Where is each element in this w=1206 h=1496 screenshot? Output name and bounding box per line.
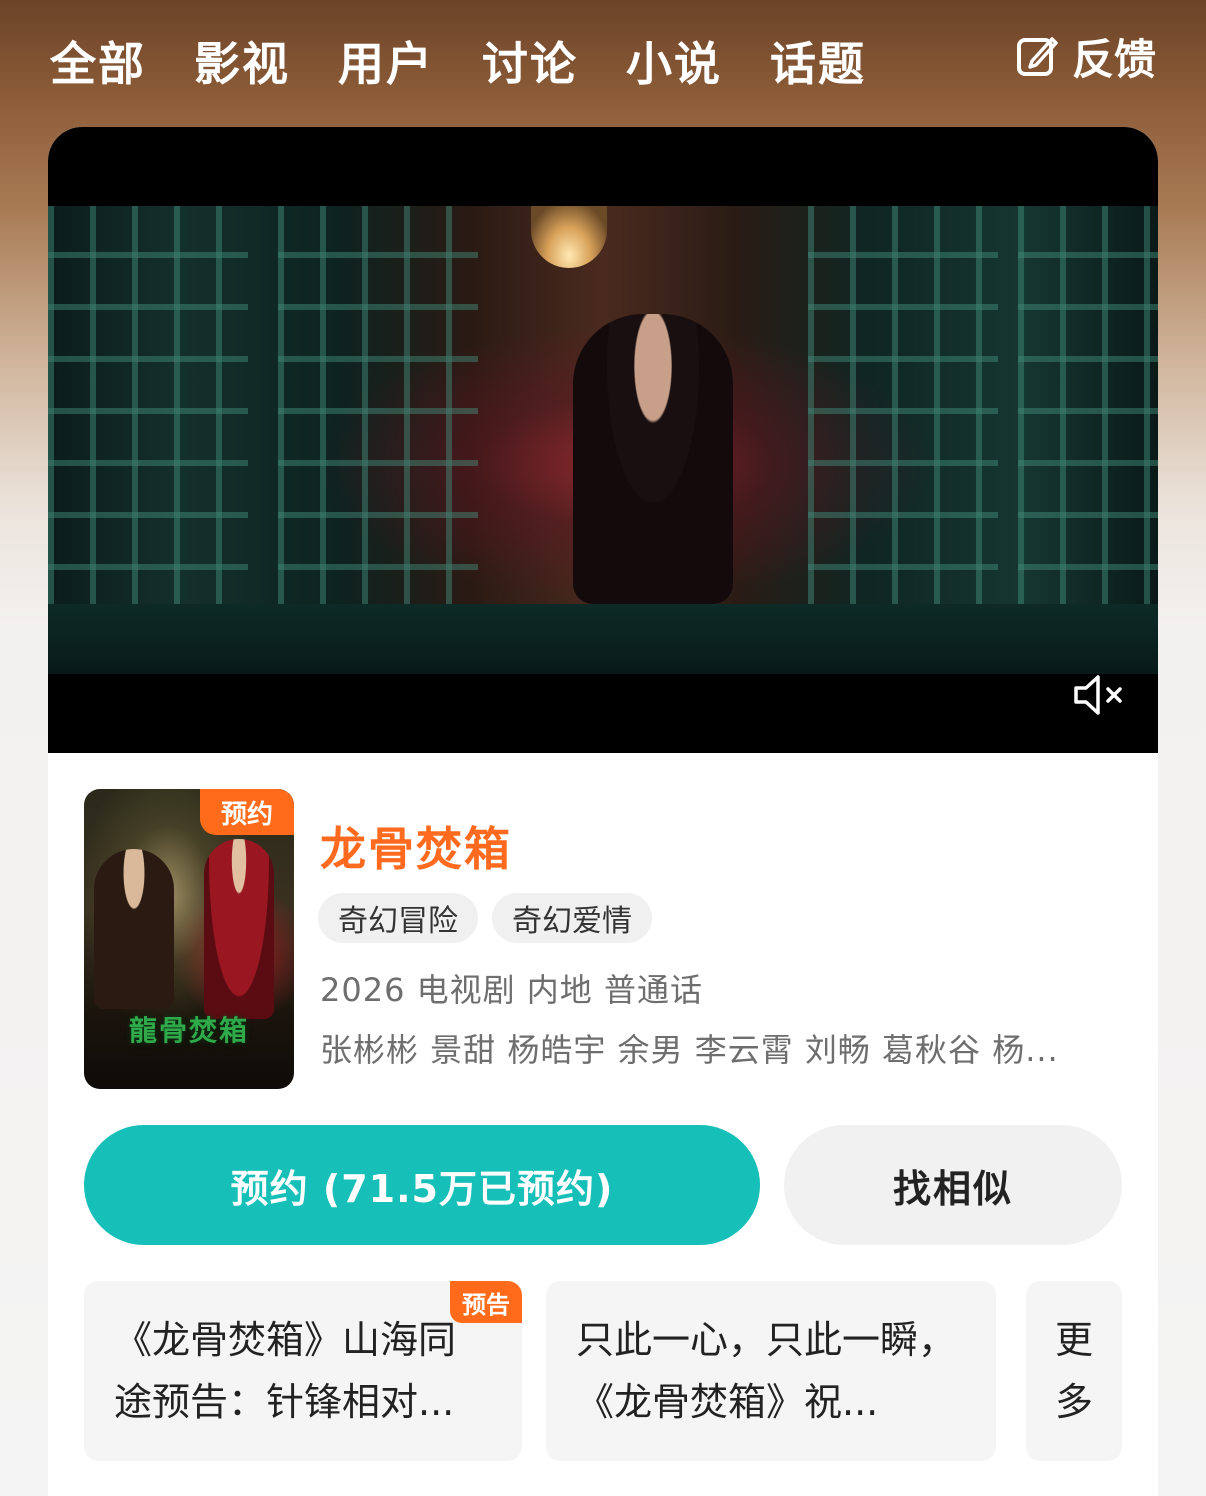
- edit-icon: [1016, 37, 1058, 76]
- show-card: 龍骨焚箱 预约 龙骨焚箱 奇幻冒险 奇幻爱情 2026 电视剧 内地 普通话 张…: [48, 127, 1158, 1496]
- genre-tags: 奇幻冒险 奇幻爱情: [318, 893, 652, 943]
- genre-tag[interactable]: 奇幻冒险: [318, 893, 478, 943]
- tab-video[interactable]: 影视: [194, 28, 290, 94]
- tab-users[interactable]: 用户: [338, 28, 434, 94]
- poster-title: 龍骨焚箱: [128, 1014, 249, 1047]
- video-figure: [573, 314, 733, 604]
- tab-all[interactable]: 全部: [50, 28, 146, 94]
- show-title[interactable]: 龙骨焚箱: [320, 813, 512, 879]
- show-cast: 张彬彬 景甜 杨皓宇 余男 李云霄 刘畅 葛秋谷 杨...: [320, 1031, 1059, 1069]
- tab-topic[interactable]: 话题: [770, 28, 866, 94]
- feedback-button[interactable]: 反馈: [1016, 28, 1156, 84]
- related-video-title: 《龙骨焚箱》山海同途预告：针锋相对...: [114, 1318, 457, 1424]
- related-video-card[interactable]: 只此一心，只此一瞬，《龙骨焚箱》祝...: [546, 1281, 996, 1461]
- top-nav: 全部 影视 用户 讨论 小说 话题 反馈: [0, 0, 1206, 110]
- trailer-badge: 预告: [450, 1281, 522, 1323]
- tab-discussion[interactable]: 讨论: [482, 28, 578, 94]
- related-video-card[interactable]: 《龙骨焚箱》山海同途预告：针锋相对... 预告: [84, 1281, 522, 1461]
- poster-figure-left: [94, 849, 174, 1009]
- video-frame: [48, 206, 1158, 674]
- window-sill: [48, 604, 1158, 674]
- find-similar-button[interactable]: 找相似: [784, 1125, 1122, 1245]
- volume-mute-icon[interactable]: [1072, 673, 1124, 717]
- feedback-label: 反馈: [1071, 34, 1156, 84]
- related-video-title: 只此一心，只此一瞬，《龙骨焚箱》祝...: [576, 1318, 957, 1424]
- poster-figure-right: [204, 839, 274, 1019]
- more-label: 更多: [1054, 1318, 1093, 1424]
- more-button[interactable]: 更多: [1026, 1281, 1122, 1461]
- show-meta: 2026 电视剧 内地 普通话: [320, 971, 703, 1009]
- lamp: [531, 206, 607, 268]
- genre-tag[interactable]: 奇幻爱情: [492, 893, 652, 943]
- show-poster[interactable]: 龍骨焚箱 预约: [84, 789, 294, 1089]
- tab-novel[interactable]: 小说: [626, 28, 722, 94]
- reserve-badge: 预约: [200, 789, 294, 835]
- video-player[interactable]: [48, 127, 1158, 753]
- reserve-button[interactable]: 预约 (71.5万已预约): [84, 1125, 760, 1245]
